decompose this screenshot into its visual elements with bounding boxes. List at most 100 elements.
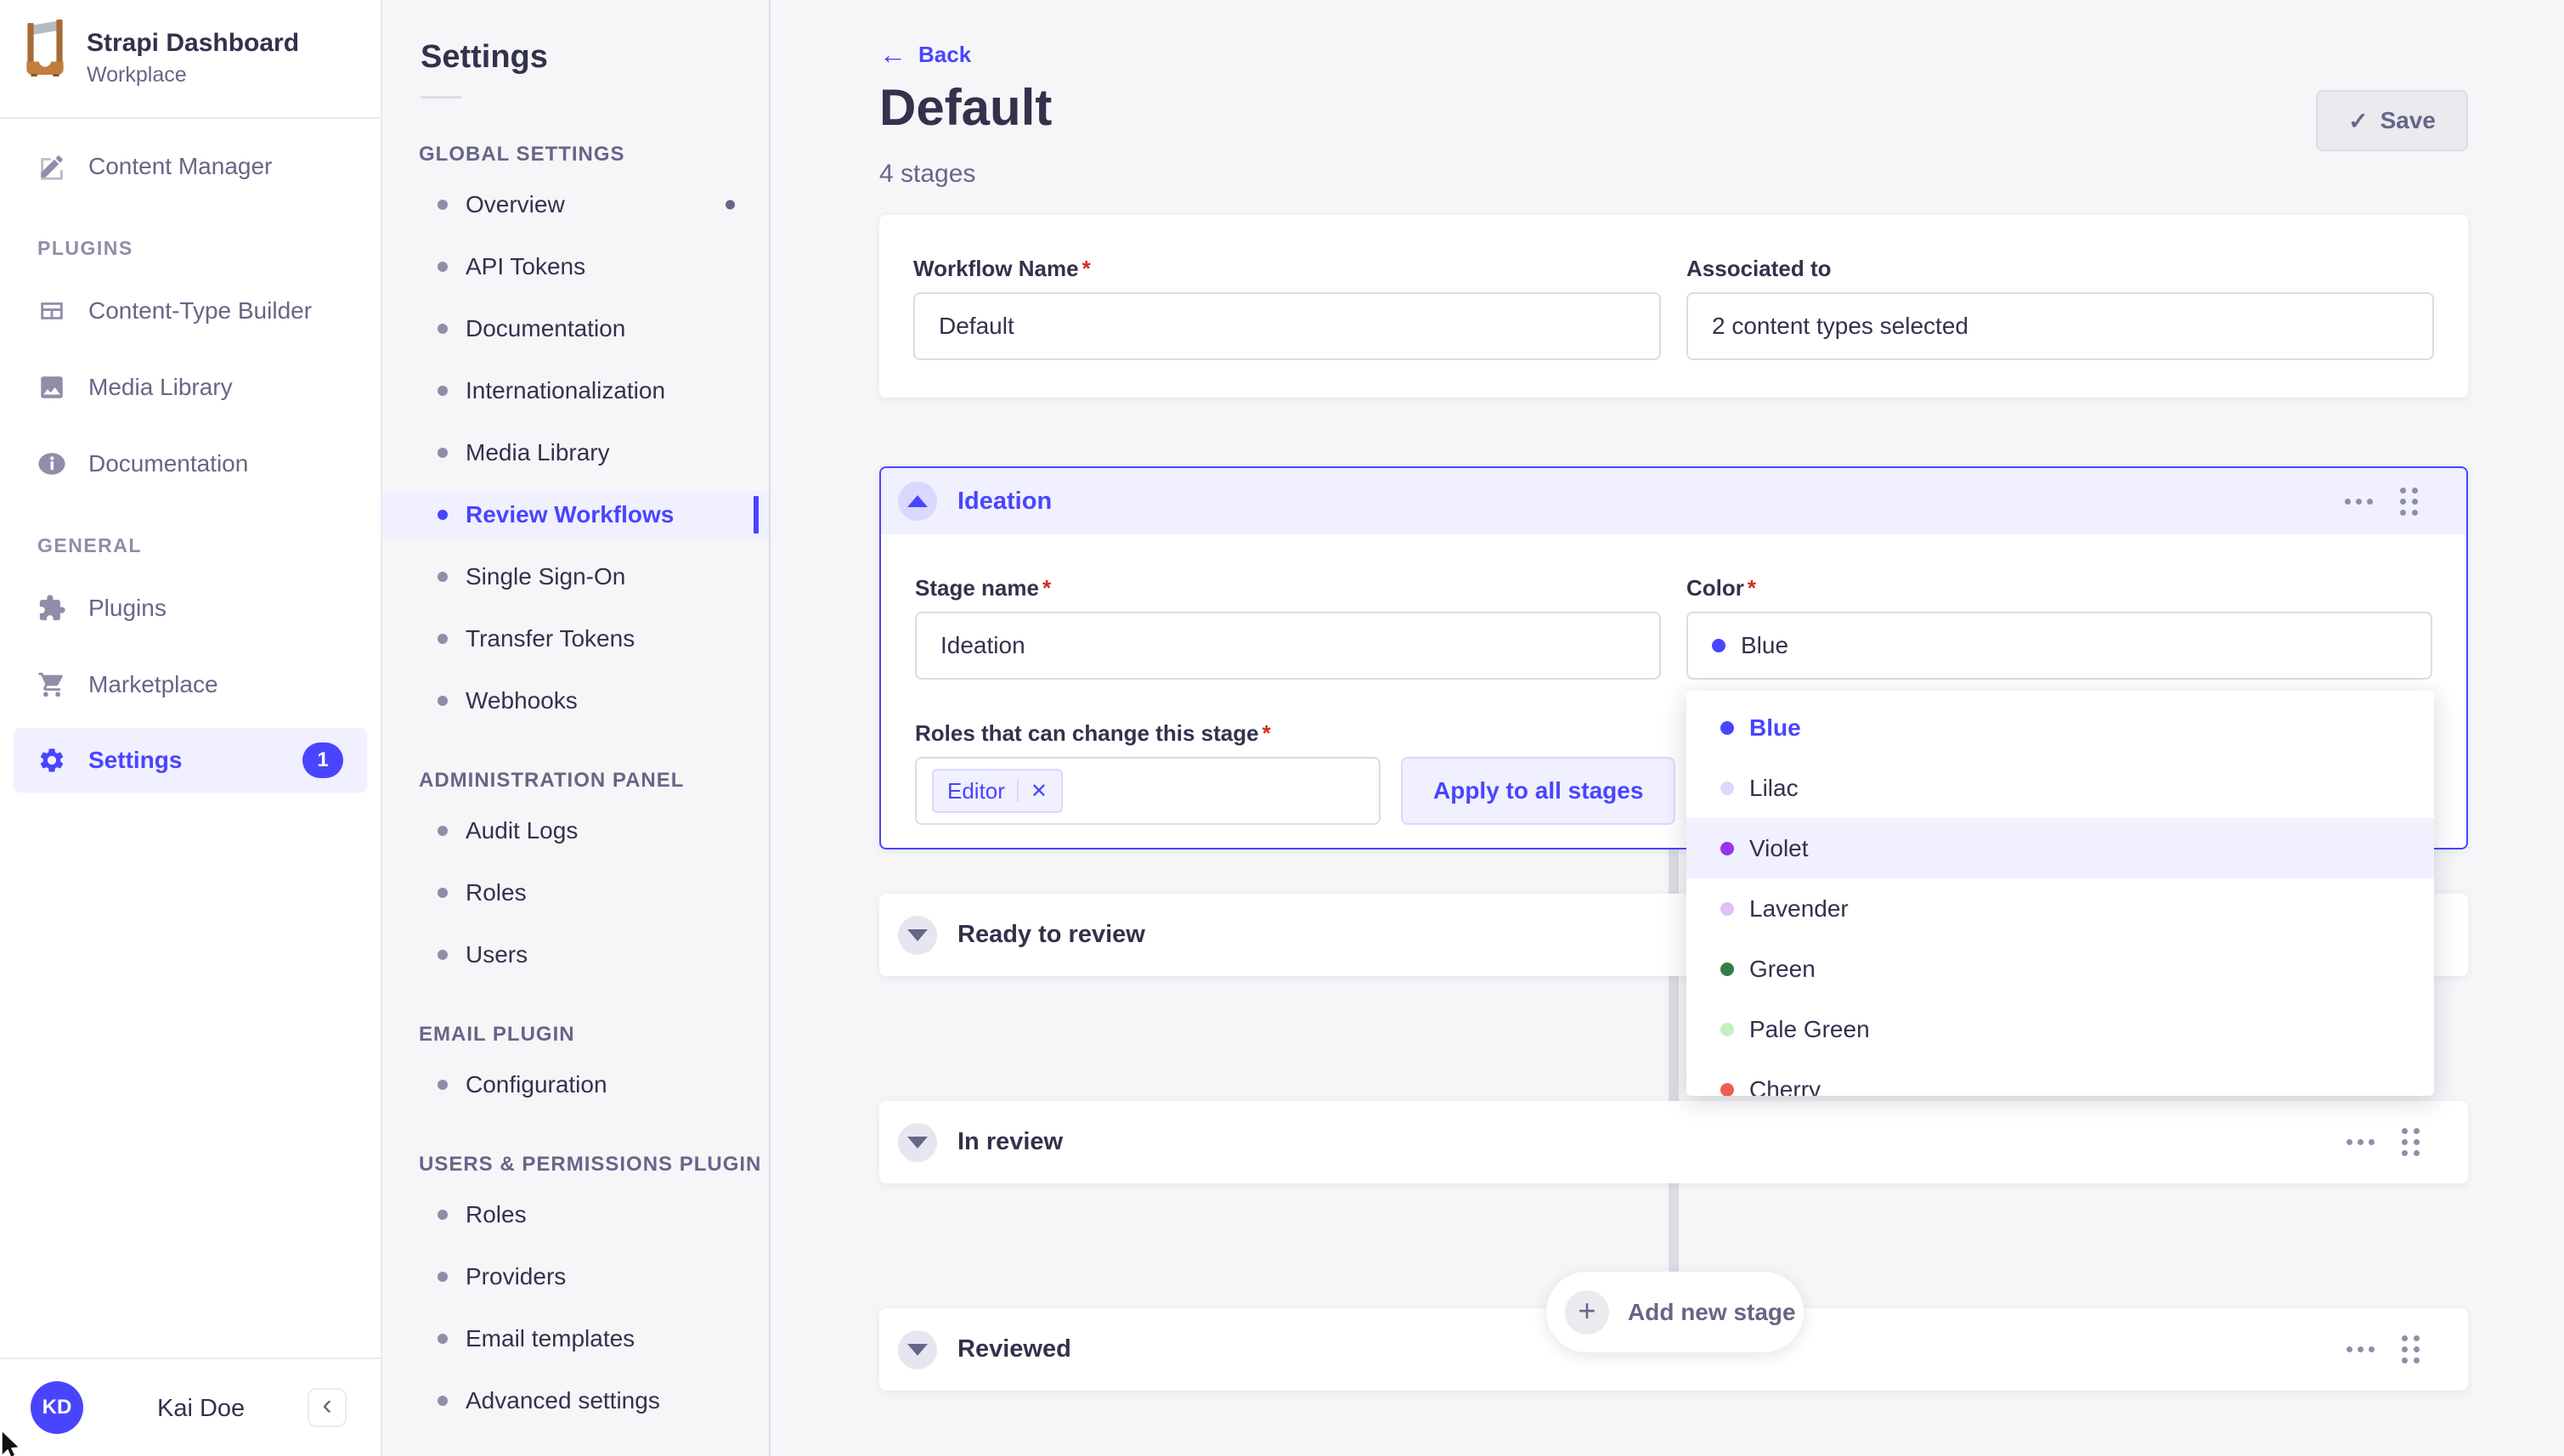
color-option-lavender[interactable]: Lavender [1686, 878, 2434, 939]
more-options-icon[interactable] [2347, 1346, 2375, 1352]
back-arrow-icon: ← [879, 41, 906, 68]
color-option-lilac[interactable]: Lilac [1686, 758, 2434, 818]
remove-role-icon[interactable]: ✕ [1031, 779, 1048, 804]
expand-stage-button[interactable] [898, 1330, 937, 1369]
subnav-item-single-sign-on[interactable]: Single Sign-On [382, 553, 769, 601]
sidebar-item-label: Content Manager [88, 153, 272, 180]
roles-multiselect[interactable]: Editor ✕ [915, 757, 1381, 825]
subnav-item-internationalization[interactable]: Internationalization [382, 367, 769, 415]
stage-header[interactable]: Ideation [881, 468, 2466, 534]
subnav-item-label: Internationalization [466, 377, 665, 404]
subnav-item-webhooks[interactable]: Webhooks [382, 677, 769, 725]
more-options-icon[interactable] [2347, 1139, 2375, 1145]
section-label: ADMINISTRATION PANEL [419, 769, 769, 793]
section-label: PLUGINS [37, 237, 381, 260]
stage-title: Reviewed [957, 1335, 1071, 1363]
section-label: GLOBAL SETTINGS [419, 143, 769, 166]
settings-notification-badge: 1 [302, 742, 343, 778]
subnav-item-transfer-tokens[interactable]: Transfer Tokens [382, 615, 769, 663]
add-new-stage-button[interactable]: + Add new stage [1546, 1272, 1804, 1352]
collapse-sidebar-button[interactable]: ‹ [308, 1388, 347, 1427]
color-label: Color* [1686, 575, 2432, 601]
subnav-item-label: Providers [466, 1263, 566, 1290]
subnav-item-audit-logs[interactable]: Audit Logs [382, 807, 769, 855]
drag-handle-icon[interactable] [2402, 1335, 2420, 1363]
chevron-down-icon [907, 1344, 928, 1356]
subnav-item-overview[interactable]: Overview [382, 181, 769, 229]
sidebar-footer: KD Kai Doe ‹ [0, 1357, 381, 1456]
color-dot-icon [1720, 1023, 1734, 1036]
color-option-label: Cherry [1749, 1076, 1821, 1097]
associated-to-select[interactable]: 2 content types selected [1686, 292, 2434, 360]
sidebar-item-documentation[interactable]: Documentation [0, 438, 381, 489]
mouse-cursor [0, 1431, 29, 1456]
sidebar-item-plugins[interactable]: Plugins [0, 583, 381, 634]
collapse-stage-button[interactable] [898, 482, 937, 521]
drag-handle-icon[interactable] [2402, 1128, 2420, 1156]
sidebar-item-settings[interactable]: Settings 1 [14, 728, 367, 793]
sidebar-item-label: Media Library [88, 374, 233, 401]
workplace-logo-icon [25, 19, 65, 76]
subnav-item-providers[interactable]: Providers [382, 1253, 769, 1301]
pencil-icon [37, 152, 66, 181]
workflow-name-input[interactable] [913, 292, 1661, 360]
back-link[interactable]: ← Back [879, 41, 971, 68]
expand-stage-button[interactable] [898, 916, 937, 955]
subnav-item-roles[interactable]: Roles [382, 869, 769, 917]
color-select-value: Blue [1741, 632, 1788, 659]
apply-to-all-stages-button[interactable]: Apply to all stages [1401, 757, 1675, 825]
color-option-pale-green[interactable]: Pale Green [1686, 999, 2434, 1059]
color-option-violet[interactable]: Violet [1686, 818, 2434, 878]
puzzle-icon [37, 594, 66, 623]
subnav-item-email-templates[interactable]: Email templates [382, 1315, 769, 1363]
subnav-item-documentation[interactable]: Documentation [382, 305, 769, 353]
sidebar-item-marketplace[interactable]: Marketplace [0, 659, 381, 710]
color-dot-icon [1720, 902, 1734, 916]
color-option-label: Lilac [1749, 775, 1799, 802]
stage-count: 4 stages [879, 160, 975, 189]
color-option-label: Pale Green [1749, 1016, 1870, 1043]
sidebar-item-label: Content-Type Builder [88, 297, 312, 324]
color-dot-icon [1720, 842, 1734, 855]
stage-name-label: Stage name* [915, 575, 1661, 601]
drag-handle-icon[interactable] [2400, 488, 2418, 516]
stage-name-input[interactable] [915, 612, 1661, 680]
sidebar-item-content-type-builder[interactable]: Content-Type Builder [0, 285, 381, 336]
more-options-icon[interactable] [2345, 499, 2373, 505]
subnav-item-label: Users [466, 941, 528, 968]
role-tag-editor[interactable]: Editor ✕ [932, 769, 1063, 813]
plus-icon: + [1565, 1290, 1609, 1335]
sidebar-item-label: Plugins [88, 595, 167, 622]
subnav-item-api-tokens[interactable]: API Tokens [382, 243, 769, 291]
section-label: USERS & PERMISSIONS PLUGIN [419, 1153, 769, 1177]
color-dot-icon [1720, 782, 1734, 795]
stage-title: Ready to review [957, 921, 1145, 949]
sidebar-item-media-library[interactable]: Media Library [0, 362, 381, 413]
subnav-item-media-library[interactable]: Media Library [382, 429, 769, 477]
section-label: GENERAL [37, 534, 381, 557]
color-option-green[interactable]: Green [1686, 939, 2434, 999]
save-button[interactable]: ✓ Save [2316, 90, 2468, 151]
color-dot-icon [1720, 1083, 1734, 1097]
back-label: Back [918, 42, 971, 68]
subnav-item-review-workflows[interactable]: Review Workflows [382, 491, 769, 539]
info-icon [37, 449, 66, 478]
color-option-blue[interactable]: Blue [1686, 697, 2434, 758]
sidebar-item-content-manager[interactable]: Content Manager [0, 141, 381, 192]
subnav-item-up-roles[interactable]: Roles [382, 1191, 769, 1239]
color-option-label: Green [1749, 956, 1816, 983]
color-select[interactable]: Blue [1686, 612, 2432, 680]
subnav-item-label: Email templates [466, 1325, 635, 1352]
subnav-item-users[interactable]: Users [382, 931, 769, 979]
expand-stage-button[interactable] [898, 1123, 937, 1162]
associated-to-value: 2 content types selected [1712, 313, 1968, 340]
divider [1017, 780, 1019, 802]
stage-card-in-review[interactable]: In review [879, 1101, 2468, 1183]
color-dot-icon [1720, 962, 1734, 976]
color-option-cherry[interactable]: Cherry [1686, 1059, 2434, 1096]
subnav-item-configuration[interactable]: Configuration [382, 1061, 769, 1109]
brand-block[interactable]: Strapi Dashboard Workplace [0, 0, 381, 119]
user-avatar[interactable]: KD [31, 1381, 83, 1434]
subnav-item-advanced-settings[interactable]: Advanced settings [382, 1377, 769, 1425]
main-sidebar: Strapi Dashboard Workplace Content Manag… [0, 0, 382, 1456]
